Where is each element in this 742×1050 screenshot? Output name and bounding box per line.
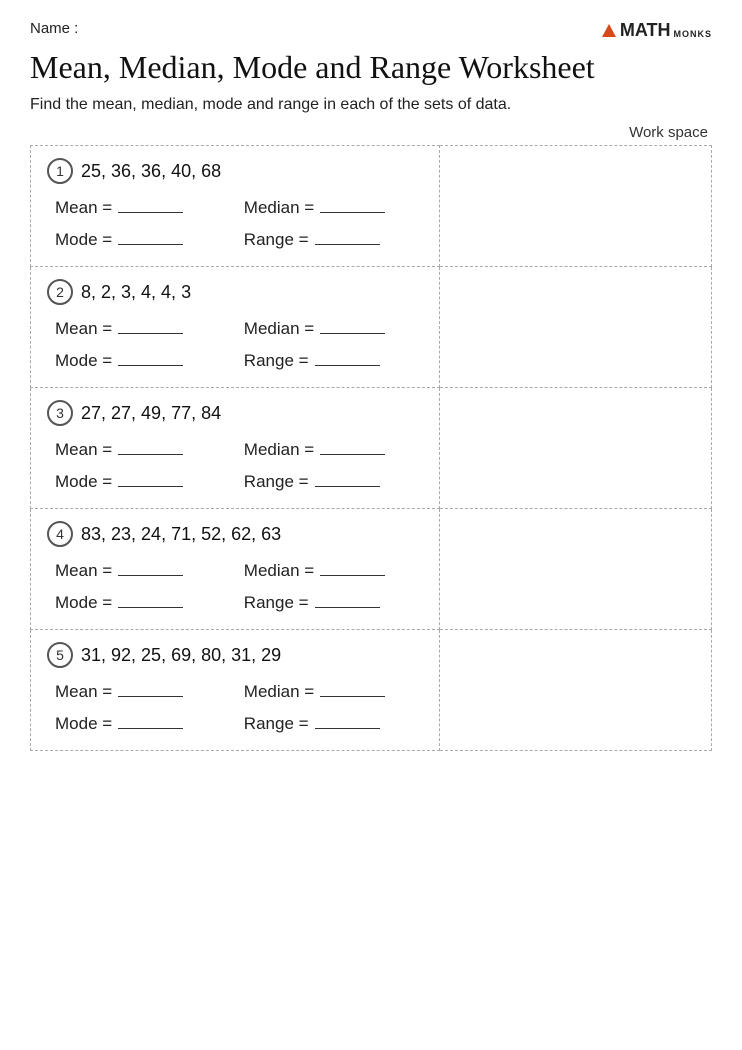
- problems-table: 1 25, 36, 36, 40, 68 Mean = Median = Mode = R…: [30, 145, 712, 751]
- answer-label-4-2: Median =: [244, 561, 314, 581]
- answer-line-4-4[interactable]: [315, 607, 380, 608]
- answer-label-1-2: Median =: [244, 198, 314, 218]
- problem-cell-5: 5 31, 92, 25, 69, 80, 31, 29 Mean = Median …: [31, 630, 440, 751]
- logo-math-text: MATH: [620, 20, 671, 41]
- workspace-cell-2: [439, 267, 711, 388]
- answer-label-2-1: Mean =: [55, 319, 112, 339]
- answer-label-2-2: Median =: [244, 319, 314, 339]
- logo: MATH MONKS: [602, 20, 712, 41]
- answer-line-4-3[interactable]: [118, 607, 183, 608]
- answer-line-1-1[interactable]: [118, 212, 183, 213]
- answer-row-2-4: Range =: [244, 351, 423, 371]
- answer-row-1-3: Mode =: [55, 230, 234, 250]
- problem-cell-4: 4 83, 23, 24, 71, 52, 62, 63 Mean = Median …: [31, 509, 440, 630]
- answer-row-3-1: Mean =: [55, 440, 234, 460]
- answer-row-4-4: Range =: [244, 593, 423, 613]
- answer-label-1-3: Mode =: [55, 230, 112, 250]
- answer-label-4-3: Mode =: [55, 593, 112, 613]
- answer-label-2-3: Mode =: [55, 351, 112, 371]
- answer-row-4-3: Mode =: [55, 593, 234, 613]
- answer-line-5-3[interactable]: [118, 728, 183, 729]
- answer-line-5-1[interactable]: [118, 696, 183, 697]
- answer-label-3-3: Mode =: [55, 472, 112, 492]
- answer-row-2-3: Mode =: [55, 351, 234, 371]
- answer-row-1-1: Mean =: [55, 198, 234, 218]
- problem-number-4: 4: [47, 521, 73, 547]
- answer-line-2-3[interactable]: [118, 365, 183, 366]
- answer-row-5-4: Range =: [244, 714, 423, 734]
- data-set-5: 31, 92, 25, 69, 80, 31, 29: [81, 645, 281, 666]
- answer-row-5-1: Mean =: [55, 682, 234, 702]
- problem-cell-1: 1 25, 36, 36, 40, 68 Mean = Median = Mode = R…: [31, 146, 440, 267]
- problem-number-2: 2: [47, 279, 73, 305]
- answer-label-5-3: Mode =: [55, 714, 112, 734]
- workspace-cell-5: [439, 630, 711, 751]
- name-label: Name :: [30, 20, 78, 37]
- workspace-cell-1: [439, 146, 711, 267]
- problem-number-1: 1: [47, 158, 73, 184]
- problem-number-5: 5: [47, 642, 73, 668]
- answer-row-2-1: Mean =: [55, 319, 234, 339]
- answer-line-2-4[interactable]: [315, 365, 380, 366]
- answer-line-3-3[interactable]: [118, 486, 183, 487]
- answer-line-1-3[interactable]: [118, 244, 183, 245]
- problem-cell-3: 3 27, 27, 49, 77, 84 Mean = Median = Mode = R…: [31, 388, 440, 509]
- answer-label-4-1: Mean =: [55, 561, 112, 581]
- answer-line-1-2[interactable]: [320, 212, 385, 213]
- answer-row-1-4: Range =: [244, 230, 423, 250]
- answer-label-5-4: Range =: [244, 714, 309, 734]
- answer-label-3-1: Mean =: [55, 440, 112, 460]
- header: Name : MATH MONKS: [30, 20, 712, 41]
- answer-label-1-1: Mean =: [55, 198, 112, 218]
- answer-label-4-4: Range =: [244, 593, 309, 613]
- instructions: Find the mean, median, mode and range in…: [30, 96, 712, 114]
- answer-line-4-1[interactable]: [118, 575, 183, 576]
- answer-line-4-2[interactable]: [320, 575, 385, 576]
- answer-line-3-1[interactable]: [118, 454, 183, 455]
- answer-row-4-1: Mean =: [55, 561, 234, 581]
- answer-label-1-4: Range =: [244, 230, 309, 250]
- answer-line-2-1[interactable]: [118, 333, 183, 334]
- answer-label-5-1: Mean =: [55, 682, 112, 702]
- answer-line-1-4[interactable]: [315, 244, 380, 245]
- answer-line-2-2[interactable]: [320, 333, 385, 334]
- problem-cell-2: 2 8, 2, 3, 4, 4, 3 Mean = Median = Mode = Ran…: [31, 267, 440, 388]
- workspace-cell-3: [439, 388, 711, 509]
- answer-line-5-2[interactable]: [320, 696, 385, 697]
- answer-row-3-2: Median =: [244, 440, 423, 460]
- answer-row-5-3: Mode =: [55, 714, 234, 734]
- workspace-label: Work space: [30, 124, 712, 141]
- answer-row-3-4: Range =: [244, 472, 423, 492]
- data-set-4: 83, 23, 24, 71, 52, 62, 63: [81, 524, 281, 545]
- answer-line-3-4[interactable]: [315, 486, 380, 487]
- answer-label-5-2: Median =: [244, 682, 314, 702]
- answer-label-3-2: Median =: [244, 440, 314, 460]
- answer-line-5-4[interactable]: [315, 728, 380, 729]
- answer-row-5-2: Median =: [244, 682, 423, 702]
- answer-label-3-4: Range =: [244, 472, 309, 492]
- answer-row-2-2: Median =: [244, 319, 423, 339]
- answer-label-2-4: Range =: [244, 351, 309, 371]
- answer-line-3-2[interactable]: [320, 454, 385, 455]
- data-set-3: 27, 27, 49, 77, 84: [81, 403, 221, 424]
- answer-row-4-2: Median =: [244, 561, 423, 581]
- workspace-cell-4: [439, 509, 711, 630]
- page-title: Mean, Median, Mode and Range Worksheet: [30, 49, 712, 86]
- data-set-1: 25, 36, 36, 40, 68: [81, 161, 221, 182]
- data-set-2: 8, 2, 3, 4, 4, 3: [81, 282, 191, 303]
- answer-row-1-2: Median =: [244, 198, 423, 218]
- problem-number-3: 3: [47, 400, 73, 426]
- answer-row-3-3: Mode =: [55, 472, 234, 492]
- logo-monks-text: MONKS: [674, 29, 713, 39]
- logo-triangle-icon: [602, 24, 616, 37]
